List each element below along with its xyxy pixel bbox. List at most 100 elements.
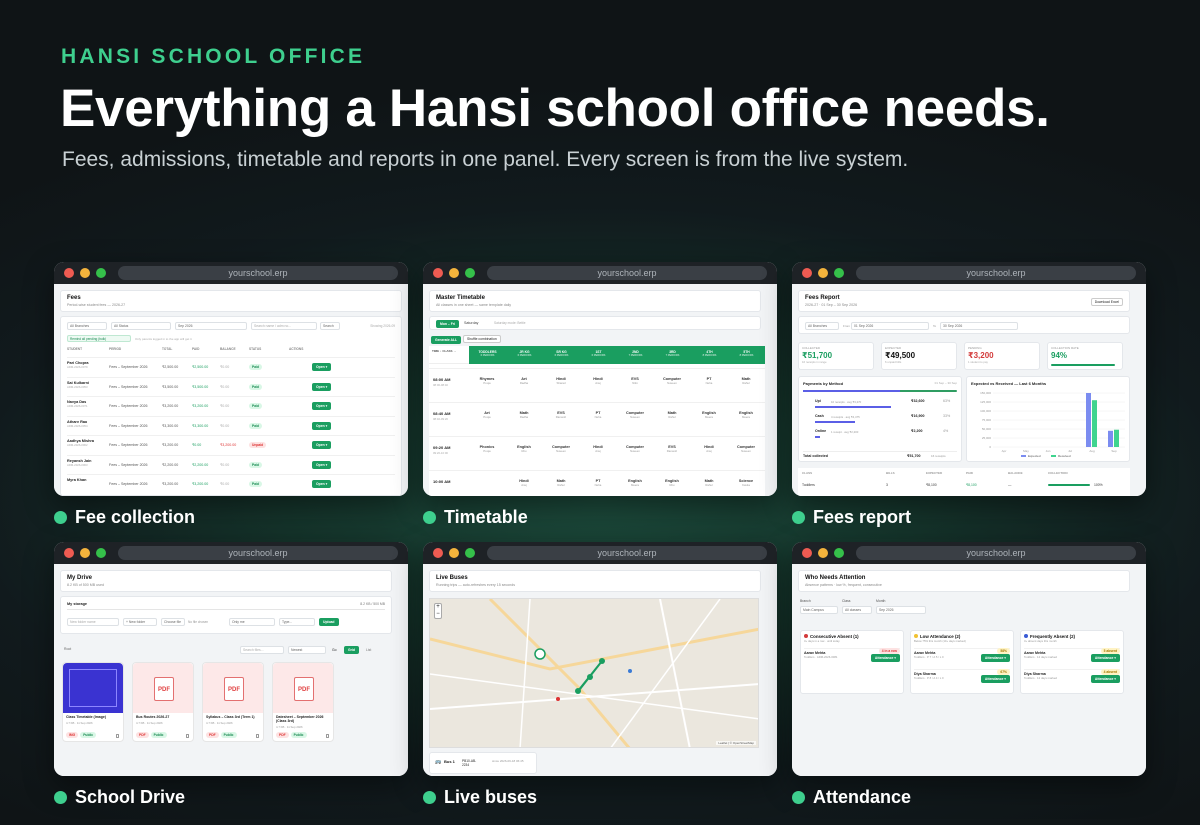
attendance-button[interactable]: Attendance ▾ <box>870 654 900 662</box>
to-date-input[interactable]: 30 Sep 2026 <box>940 322 1018 330</box>
maximize-dot-icon[interactable] <box>834 548 844 558</box>
minimize-dot-icon[interactable] <box>818 268 828 278</box>
period-cell[interactable]: Hindi Anuj <box>584 377 612 385</box>
delete-icon[interactable] <box>116 734 119 738</box>
search-button[interactable]: Search <box>320 322 340 330</box>
open-button[interactable]: Open ▾ <box>312 382 332 391</box>
period-cell[interactable]: Math Rahul <box>695 479 723 487</box>
from-date-input[interactable]: 01 Sep 2026 <box>851 322 929 330</box>
tab-mon-fri[interactable]: Mon – Fri <box>436 320 460 328</box>
open-button[interactable]: Open ▾ <box>312 402 332 410</box>
address-bar[interactable]: yourschool.erp <box>487 546 767 560</box>
close-dot-icon[interactable] <box>433 548 443 558</box>
maximize-dot-icon[interactable] <box>465 268 475 278</box>
minimize-dot-icon[interactable] <box>449 268 459 278</box>
minimize-dot-icon[interactable] <box>80 268 90 278</box>
month-select[interactable]: Sep 2026 <box>876 606 926 614</box>
period-cell[interactable]: Rhymes Pooja <box>473 377 501 385</box>
address-bar[interactable]: yourschool.erp <box>118 546 398 560</box>
file-tile[interactable]: PDF Syllabus – Class 3rd (Term 1) 4.7 KB ·… <box>202 662 264 742</box>
open-button[interactable]: Open ▾ <box>312 480 332 488</box>
bar-expected[interactable] <box>1086 393 1091 447</box>
period-cell[interactable]: Phonics Pooja <box>473 445 501 453</box>
period-cell[interactable]: Hindi Anuj <box>510 479 538 487</box>
period-cell[interactable]: Art Radha <box>510 377 538 385</box>
remind-all-button[interactable]: Remind all pending (bulk) <box>67 335 131 342</box>
period-cell[interactable]: PT Neha <box>584 411 612 419</box>
period-cell[interactable]: Math Radha <box>510 411 538 419</box>
period-cell[interactable]: PT Neha <box>695 377 723 385</box>
maximize-dot-icon[interactable] <box>96 268 106 278</box>
address-bar[interactable]: yourschool.erp <box>856 546 1136 560</box>
close-dot-icon[interactable] <box>802 268 812 278</box>
maximize-dot-icon[interactable] <box>465 548 475 558</box>
zoom-out-button[interactable]: − <box>435 611 441 618</box>
period-cell[interactable]: English Meera <box>621 479 649 487</box>
bar-received[interactable] <box>1114 429 1119 447</box>
period-cell[interactable]: Art Pooja <box>473 411 501 419</box>
live-map[interactable]: + − Leaflet | © OpenStreetMap <box>429 598 759 748</box>
bus-card[interactable]: 🚌 Bus 1 PB10-AB-2234 since 2026-09-18 06… <box>429 752 537 774</box>
period-cell[interactable]: English Ritu <box>658 479 686 487</box>
period-cell[interactable]: English Meera <box>732 411 760 419</box>
period-cell[interactable]: Hindi Anuj <box>584 445 612 453</box>
tab-saturday[interactable]: Saturday <box>464 321 478 325</box>
period-cell[interactable]: Math Rahul <box>547 479 575 487</box>
branch-select[interactable]: All Branches <box>67 322 107 330</box>
close-dot-icon[interactable] <box>64 268 74 278</box>
attendance-button[interactable]: Attendance ▾ <box>980 654 1010 662</box>
period-cell[interactable]: Computer Naveen <box>621 445 649 453</box>
maximize-dot-icon[interactable] <box>96 548 106 558</box>
maximize-dot-icon[interactable] <box>834 268 844 278</box>
address-bar[interactable]: yourschool.erp <box>487 266 767 280</box>
status-select[interactable]: All Status <box>111 322 171 330</box>
file-tile[interactable]: PDF Bus Routes 2026-27 4.7 KB · 11 Sep 202… <box>132 662 194 742</box>
period-cell[interactable]: English Ritu <box>510 445 538 453</box>
address-bar[interactable]: yourschool.erp <box>856 266 1136 280</box>
minimize-dot-icon[interactable] <box>818 548 828 558</box>
file-tile[interactable]: PDF Datesheet – September 2026 (Class 3rd… <box>272 662 334 742</box>
period-cell[interactable]: EVS Nitin <box>621 377 649 385</box>
period-cell[interactable]: Math Rahul <box>732 377 760 385</box>
bar-expected[interactable] <box>1108 430 1113 447</box>
close-dot-icon[interactable] <box>64 548 74 558</box>
generate-all-button[interactable]: Generate ALL <box>431 336 462 344</box>
file-tile[interactable]: Class Timetable (Image) 4.7 KB · 11 Sep 2… <box>62 662 124 742</box>
period-cell[interactable]: Computer Naveen <box>547 445 575 453</box>
delete-icon[interactable] <box>186 734 189 738</box>
shuffle-button[interactable]: Shuffle combination <box>463 335 501 343</box>
address-bar[interactable]: yourschool.erp <box>118 266 398 280</box>
delete-icon[interactable] <box>256 734 259 738</box>
search-input[interactable]: Search name / adm no... <box>251 322 317 330</box>
branch-select[interactable]: Main Campus <box>800 606 838 614</box>
attendance-button[interactable]: Attendance ▾ <box>980 675 1010 683</box>
download-excel-button[interactable]: Download Excel <box>1090 298 1123 306</box>
minimize-dot-icon[interactable] <box>449 548 459 558</box>
period-cell[interactable]: Hindi Sharad <box>547 377 575 385</box>
period-cell[interactable]: Computer Naveen <box>732 445 760 453</box>
bar-received[interactable] <box>1092 400 1097 447</box>
period-cell[interactable]: EVS Ramesh <box>547 411 575 419</box>
zoom-in-button[interactable]: + <box>435 604 441 611</box>
period-cell[interactable]: PT Neha <box>584 479 612 487</box>
period-cell[interactable]: Math Rahul <box>658 411 686 419</box>
class-select[interactable]: All classes <box>842 606 872 614</box>
period-cell[interactable]: Computer Naveen <box>658 377 686 385</box>
open-button[interactable]: Open ▾ <box>312 460 332 469</box>
month-select[interactable]: Sep 2026 <box>175 322 247 330</box>
close-dot-icon[interactable] <box>802 548 812 558</box>
open-button[interactable]: Open ▾ <box>312 421 332 430</box>
period-cell[interactable]: Science Kavita <box>732 479 760 487</box>
close-dot-icon[interactable] <box>433 268 443 278</box>
open-button[interactable]: Open ▾ <box>312 441 332 449</box>
delete-icon[interactable] <box>326 734 329 738</box>
period-cell[interactable]: EVS Ramesh <box>658 445 686 453</box>
period-cell[interactable]: Computer Naveen <box>621 411 649 419</box>
period-cell[interactable]: Hindi Anuj <box>695 445 723 453</box>
period-cell[interactable]: English Meera <box>695 411 723 419</box>
attendance-button[interactable]: Attendance ▾ <box>1090 675 1120 683</box>
branch-select[interactable]: All Branches <box>805 322 839 330</box>
minimize-dot-icon[interactable] <box>80 548 90 558</box>
open-button[interactable]: Open ▾ <box>312 363 332 371</box>
attendance-button[interactable]: Attendance ▾ <box>1090 654 1120 662</box>
